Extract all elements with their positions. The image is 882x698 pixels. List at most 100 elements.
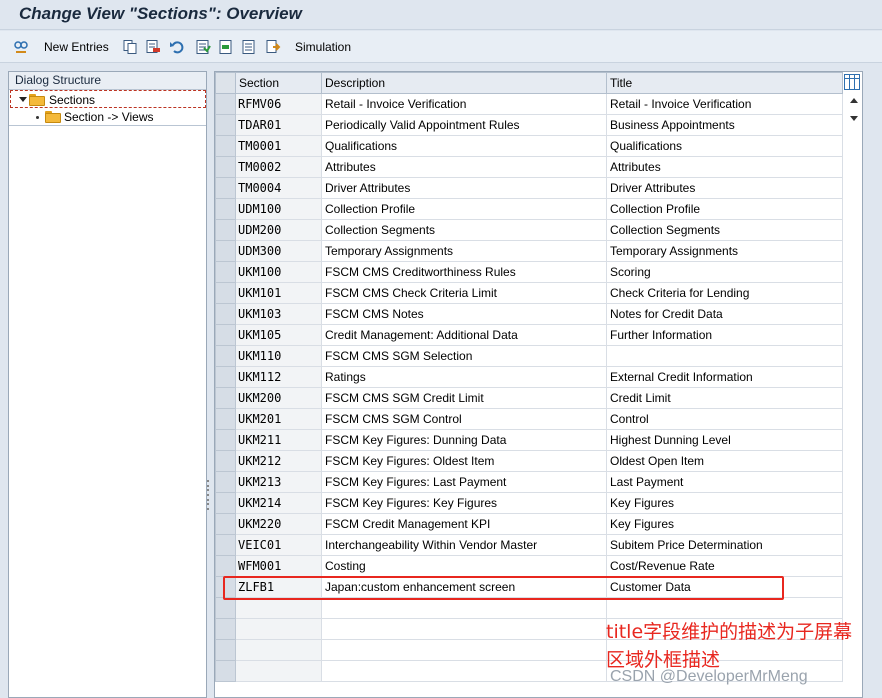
- transport-button[interactable]: [265, 37, 281, 57]
- cell-section[interactable]: UKM105: [235, 324, 322, 346]
- cell-title[interactable]: Credit Limit: [606, 387, 843, 409]
- row-selector[interactable]: [215, 366, 236, 388]
- table-row[interactable]: UKM200 FSCM CMS SGM Credit Limit Credit Li…: [215, 387, 843, 409]
- cell-description[interactable]: Temporary Assignments: [321, 240, 607, 262]
- cell-description[interactable]: Qualifications: [321, 135, 607, 157]
- cell-title[interactable]: [606, 597, 843, 619]
- select-block-button[interactable]: [218, 37, 234, 57]
- row-selector[interactable]: [215, 177, 236, 199]
- cell-section[interactable]: TM0002: [235, 156, 322, 178]
- scroll-down-icon[interactable]: [850, 116, 858, 121]
- cell-description[interactable]: Retail - Invoice Verification: [321, 93, 607, 115]
- cell-title[interactable]: Check Criteria for Lending: [606, 282, 843, 304]
- undo-button[interactable]: [169, 37, 185, 57]
- cell-description[interactable]: FSCM Key Figures: Key Figures: [321, 492, 607, 514]
- cell-description[interactable]: Periodically Valid Appointment Rules: [321, 114, 607, 136]
- cell-title[interactable]: Qualifications: [606, 135, 843, 157]
- row-selector[interactable]: [215, 660, 236, 682]
- cell-title[interactable]: Driver Attributes: [606, 177, 843, 199]
- cell-title[interactable]: Subitem Price Determination: [606, 534, 843, 556]
- cell-description[interactable]: FSCM Key Figures: Oldest Item: [321, 450, 607, 472]
- cell-title[interactable]: [606, 345, 843, 367]
- cell-section[interactable]: UKM213: [235, 471, 322, 493]
- cell-title[interactable]: Oldest Open Item: [606, 450, 843, 472]
- copy-as-button[interactable]: [122, 37, 138, 57]
- cell-section[interactable]: TM0001: [235, 135, 322, 157]
- cell-section[interactable]: UKM212: [235, 450, 322, 472]
- cell-section[interactable]: RFMV06: [235, 93, 322, 115]
- table-row[interactable]: UDM200 Collection Segments Collection Segm…: [215, 219, 843, 241]
- row-selector[interactable]: [215, 303, 236, 325]
- cell-description[interactable]: Credit Management: Additional Data: [321, 324, 607, 346]
- row-selector[interactable]: [215, 135, 236, 157]
- empty-table-row[interactable]: [215, 597, 843, 619]
- cell-title[interactable]: Attributes: [606, 156, 843, 178]
- cell-section[interactable]: [235, 639, 322, 661]
- table-row[interactable]: UKM105 Credit Management: Additional Data…: [215, 324, 843, 346]
- cell-description[interactable]: Attributes: [321, 156, 607, 178]
- cell-description[interactable]: Costing: [321, 555, 607, 577]
- row-selector[interactable]: [215, 639, 236, 661]
- cell-description[interactable]: Collection Profile: [321, 198, 607, 220]
- cell-title[interactable]: Customer Data: [606, 576, 843, 598]
- cell-description[interactable]: FSCM Key Figures: Dunning Data: [321, 429, 607, 451]
- cell-title[interactable]: Cost/Revenue Rate: [606, 555, 843, 577]
- table-row[interactable]: UKM103 FSCM CMS Notes Notes for Credit Dat…: [215, 303, 843, 325]
- cell-description[interactable]: Interchangeability Within Vendor Master: [321, 534, 607, 556]
- cell-title[interactable]: Scoring: [606, 261, 843, 283]
- cell-description[interactable]: Ratings: [321, 366, 607, 388]
- cell-section[interactable]: UKM201: [235, 408, 322, 430]
- table-row[interactable]: RFMV06 Retail - Invoice Verification Retai…: [215, 93, 843, 115]
- column-header-description[interactable]: Description: [321, 72, 607, 94]
- row-selector[interactable]: [215, 324, 236, 346]
- table-row[interactable]: UDM300 Temporary Assignments Temporary Ass…: [215, 240, 843, 262]
- row-selector[interactable]: [215, 555, 236, 577]
- expand-caret-icon[interactable]: [19, 97, 27, 102]
- cell-description[interactable]: FSCM Credit Management KPI: [321, 513, 607, 535]
- cell-section[interactable]: UDM200: [235, 219, 322, 241]
- cell-description[interactable]: [321, 618, 607, 640]
- table-row[interactable]: UKM214 FSCM Key Figures: Key Figures Key F…: [215, 492, 843, 514]
- cell-title[interactable]: Last Payment: [606, 471, 843, 493]
- row-selector[interactable]: [215, 282, 236, 304]
- cell-description[interactable]: [321, 639, 607, 661]
- row-selector[interactable]: [215, 198, 236, 220]
- row-selector[interactable]: [215, 261, 236, 283]
- cell-title[interactable]: External Credit Information: [606, 366, 843, 388]
- cell-description[interactable]: Collection Segments: [321, 219, 607, 241]
- table-row[interactable]: UKM211 FSCM Key Figures: Dunning Data High…: [215, 429, 843, 451]
- table-row[interactable]: WFM001 Costing Cost/Revenue Rate: [215, 555, 843, 577]
- cell-section[interactable]: VEIC01: [235, 534, 322, 556]
- row-selector[interactable]: [215, 387, 236, 409]
- cell-section[interactable]: UDM300: [235, 240, 322, 262]
- cell-section[interactable]: UKM200: [235, 387, 322, 409]
- table-row[interactable]: UKM213 FSCM Key Figures: Last Payment Last…: [215, 471, 843, 493]
- cell-section[interactable]: [235, 660, 322, 682]
- select-all-column-header[interactable]: [215, 72, 236, 94]
- cell-section[interactable]: UKM214: [235, 492, 322, 514]
- column-header-section[interactable]: Section: [235, 72, 322, 94]
- row-selector[interactable]: [215, 576, 236, 598]
- cell-title[interactable]: Further Information: [606, 324, 843, 346]
- table-row[interactable]: UKM212 FSCM Key Figures: Oldest Item Oldes…: [215, 450, 843, 472]
- table-row[interactable]: TM0001 Qualifications Qualifications: [215, 135, 843, 157]
- table-row[interactable]: UDM100 Collection Profile Collection Profi…: [215, 198, 843, 220]
- cell-title[interactable]: Collection Profile: [606, 198, 843, 220]
- row-selector[interactable]: [215, 93, 236, 115]
- row-selector[interactable]: [215, 114, 236, 136]
- table-row[interactable]: TM0002 Attributes Attributes: [215, 156, 843, 178]
- row-selector[interactable]: [215, 618, 236, 640]
- table-row[interactable]: ZLFB1 Japan:custom enhancement screen Cust…: [215, 576, 843, 598]
- cell-description[interactable]: FSCM CMS SGM Selection: [321, 345, 607, 367]
- new-entries-button[interactable]: New Entries: [38, 37, 109, 57]
- cell-section[interactable]: UKM100: [235, 261, 322, 283]
- cell-description[interactable]: FSCM CMS Check Criteria Limit: [321, 282, 607, 304]
- row-selector[interactable]: [215, 408, 236, 430]
- row-selector[interactable]: [215, 534, 236, 556]
- cell-title[interactable]: Key Figures: [606, 513, 843, 535]
- cell-section[interactable]: UDM100: [235, 198, 322, 220]
- row-selector[interactable]: [215, 240, 236, 262]
- table-row[interactable]: UKM100 FSCM CMS Creditworthiness Rules Sco…: [215, 261, 843, 283]
- cell-section[interactable]: UKM110: [235, 345, 322, 367]
- select-all-button[interactable]: [195, 37, 211, 57]
